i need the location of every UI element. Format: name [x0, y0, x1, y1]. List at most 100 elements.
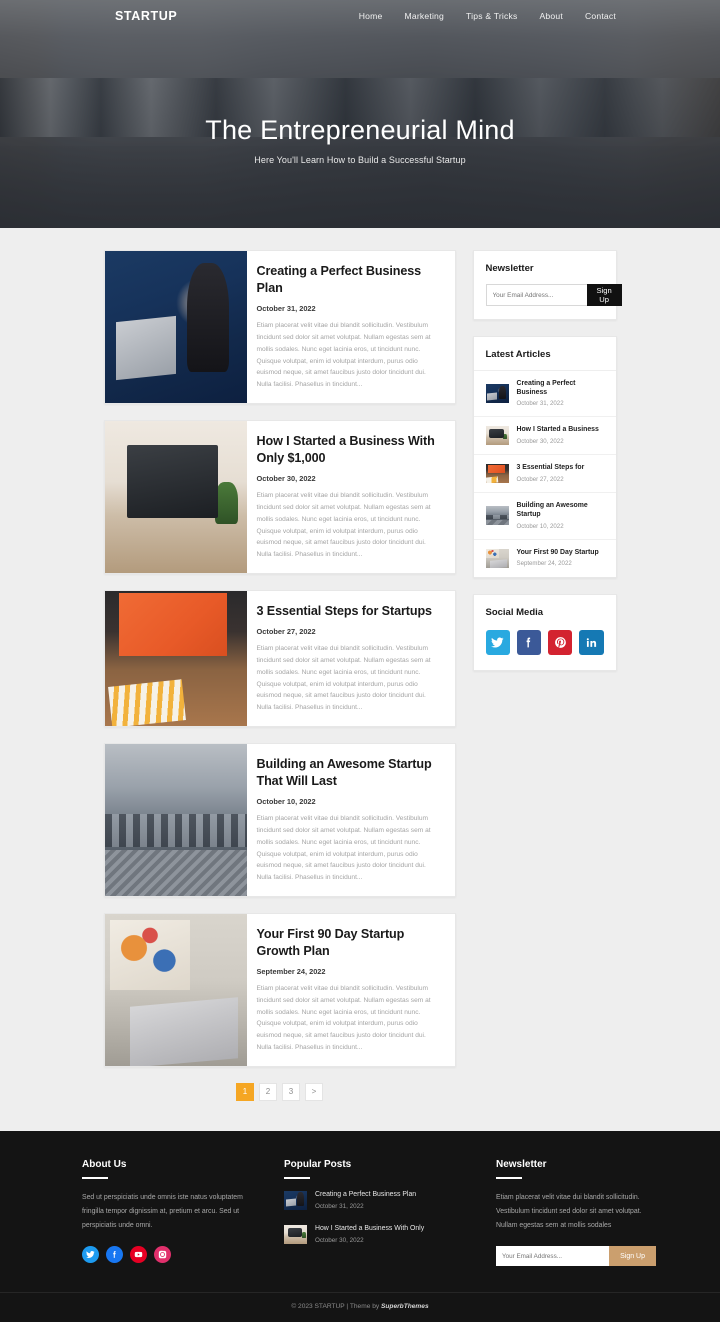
list-item[interactable]: Building an Awesome Startup October 10, … [473, 493, 616, 540]
list-item[interactable]: Creating a Perfect Business October 31, … [473, 371, 616, 418]
post-date: October 31, 2022 [256, 304, 316, 314]
newsletter-signup-button[interactable]: Sign Up [586, 284, 622, 306]
footer-newsletter-column: Newsletter Etiam placerat velit vitae du… [496, 1158, 656, 1267]
main-nav: Home Marketing Tips & Tricks About Conta… [359, 11, 616, 21]
post-date: October 30, 2022 [315, 1236, 364, 1244]
post-card[interactable]: How I Started a Business With Only $1,00… [103, 419, 456, 574]
post-card[interactable]: 3 Essential Steps for Startups October 2… [103, 589, 456, 727]
post-thumbnail [284, 1190, 307, 1210]
widget-latest-articles: Latest Articles Creating a Perfect Busin… [472, 336, 617, 578]
nav-item-home[interactable]: Home [359, 11, 383, 21]
article-title[interactable]: Creating a Perfect Business [517, 380, 604, 397]
photo-man-at-laptop [485, 384, 509, 404]
photo-man-at-laptop [284, 1190, 307, 1210]
list-item[interactable]: Your First 90 Day Startup September 24, … [474, 540, 616, 577]
article-title[interactable]: 3 Essential Steps for [517, 464, 585, 473]
post-content: Your First 90 Day Startup Growth Plan Se… [247, 914, 455, 1066]
site-brand-logo[interactable]: STARTUP [115, 9, 177, 23]
post-title[interactable]: Building an Awesome Startup That Will La… [257, 756, 443, 789]
photo-laptop-on-desk [485, 426, 509, 446]
post-title[interactable]: Creating a Perfect Business Plan [257, 263, 443, 296]
footer-newsletter-signup-button[interactable]: Sign Up [609, 1246, 656, 1267]
post-date: October 30, 2022 [256, 474, 316, 484]
article-date: September 24, 2022 [516, 560, 572, 568]
top-navigation-bar: STARTUP Home Marketing Tips & Tricks Abo… [0, 0, 720, 32]
article-thumbnail [485, 506, 509, 526]
latest-articles-list: Creating a Perfect Business October 31, … [473, 370, 616, 577]
footer-newsletter-email-input[interactable] [496, 1246, 610, 1267]
facebook-icon[interactable] [516, 629, 541, 655]
post-date: October 27, 2022 [256, 627, 316, 637]
nav-item-contact[interactable]: Contact [585, 11, 616, 21]
widget-newsletter: Newsletter Sign Up [472, 250, 622, 320]
post-thumbnail [284, 1224, 307, 1244]
post-title[interactable]: Your First 90 Day Startup Growth Plan [257, 926, 443, 959]
photo-open-office [104, 743, 247, 896]
post-content: Creating a Perfect Business Plan October… [247, 251, 455, 403]
twitter-icon[interactable] [485, 629, 510, 655]
post-title[interactable]: Creating a Perfect Business Plan [315, 1191, 416, 1200]
post-excerpt: Etiam placerat velit vitae dui blandit s… [256, 645, 431, 712]
facebook-icon[interactable] [106, 1246, 123, 1264]
post-excerpt: Etiam placerat velit vitae dui blandit s… [256, 322, 431, 389]
article-title[interactable]: Building an Awesome Startup [517, 502, 604, 519]
footer-columns: About Us Sed ut perspiciatis unde omnis … [82, 1158, 656, 1292]
photo-imac-workspace [104, 590, 247, 726]
post-excerpt: Etiam placerat velit vitae dui blandit s… [256, 985, 431, 1051]
post-thumbnail[interactable] [104, 251, 247, 403]
post-content: 3 Essential Steps for Startups October 2… [247, 591, 455, 726]
pagination-page-2[interactable]: 2 [259, 1082, 277, 1101]
hero-subtitle: Here You'll Learn How to Build a Success… [254, 155, 466, 166]
pagination-next-button[interactable]: > [305, 1082, 323, 1101]
post-card[interactable]: Your First 90 Day Startup Growth Plan Se… [103, 912, 456, 1067]
article-title[interactable]: How I Started a Business [517, 426, 599, 435]
list-item[interactable]: How I Started a Business With Only Octob… [284, 1224, 464, 1244]
photo-laptop-with-artwork [104, 913, 247, 1066]
pinterest-icon[interactable] [548, 629, 573, 655]
theme-credit-link[interactable]: SuperbThemes [381, 1303, 429, 1310]
footer-newsletter-form: Sign Up [496, 1246, 656, 1267]
post-thumbnail[interactable] [104, 913, 247, 1066]
twitter-icon[interactable] [82, 1246, 99, 1264]
post-card[interactable]: Building an Awesome Startup That Will La… [103, 742, 456, 897]
widget-social-media: Social Media [472, 593, 617, 671]
article-thumbnail [485, 384, 509, 404]
post-date: September 24, 2022 [256, 967, 326, 977]
pagination-page-1[interactable]: 1 [236, 1082, 254, 1101]
photo-open-office [485, 506, 509, 526]
footer-newsletter-text: Etiam placerat velit vitae dui blandit s… [496, 1193, 642, 1229]
article-date: October 31, 2022 [516, 400, 564, 408]
page-title: The Entrepreneurial Mind [205, 115, 515, 145]
footer-title-newsletter: Newsletter [496, 1158, 547, 1170]
nav-item-about[interactable]: About [540, 11, 563, 21]
post-title[interactable]: How I Started a Business With Only $1,00… [257, 433, 443, 466]
instagram-icon[interactable] [154, 1246, 171, 1264]
post-excerpt: Etiam placerat velit vitae dui blandit s… [256, 492, 431, 559]
post-thumbnail[interactable] [104, 420, 247, 573]
hero-text-block: The Entrepreneurial Mind Here You'll Lea… [0, 114, 720, 165]
post-title[interactable]: 3 Essential Steps for Startups [257, 603, 443, 620]
article-thumbnail [485, 548, 509, 568]
list-item[interactable]: 3 Essential Steps for October 27, 2022 [473, 455, 616, 494]
article-title[interactable]: Your First 90 Day Startup [517, 549, 599, 558]
footer-title-about: About Us [82, 1158, 127, 1170]
post-thumbnail[interactable] [104, 743, 247, 896]
title-underline [284, 1176, 310, 1179]
post-date: October 10, 2022 [256, 797, 316, 807]
nav-item-marketing[interactable]: Marketing [404, 11, 444, 21]
newsletter-email-input[interactable] [485, 284, 587, 306]
nav-item-tips-tricks[interactable]: Tips & Tricks [466, 11, 517, 21]
post-title[interactable]: How I Started a Business With Only [315, 1225, 424, 1234]
list-item[interactable]: Creating a Perfect Business Plan October… [284, 1190, 464, 1210]
post-card[interactable]: Creating a Perfect Business Plan October… [103, 250, 456, 404]
linkedin-icon[interactable] [579, 629, 604, 655]
sidebar: Newsletter Sign Up Latest Articles Creat… [472, 250, 622, 687]
footer-title-popular-posts: Popular Posts [284, 1158, 352, 1170]
article-thumbnail [485, 464, 509, 484]
widget-title-social-media: Social Media [485, 606, 544, 618]
list-item[interactable]: How I Started a Business October 30, 202… [473, 417, 616, 456]
post-thumbnail[interactable] [104, 590, 247, 726]
pagination-page-3[interactable]: 3 [282, 1082, 300, 1101]
youtube-icon[interactable] [130, 1246, 147, 1264]
copyright-text: © 2023 STARTUP | Theme by [291, 1303, 381, 1311]
